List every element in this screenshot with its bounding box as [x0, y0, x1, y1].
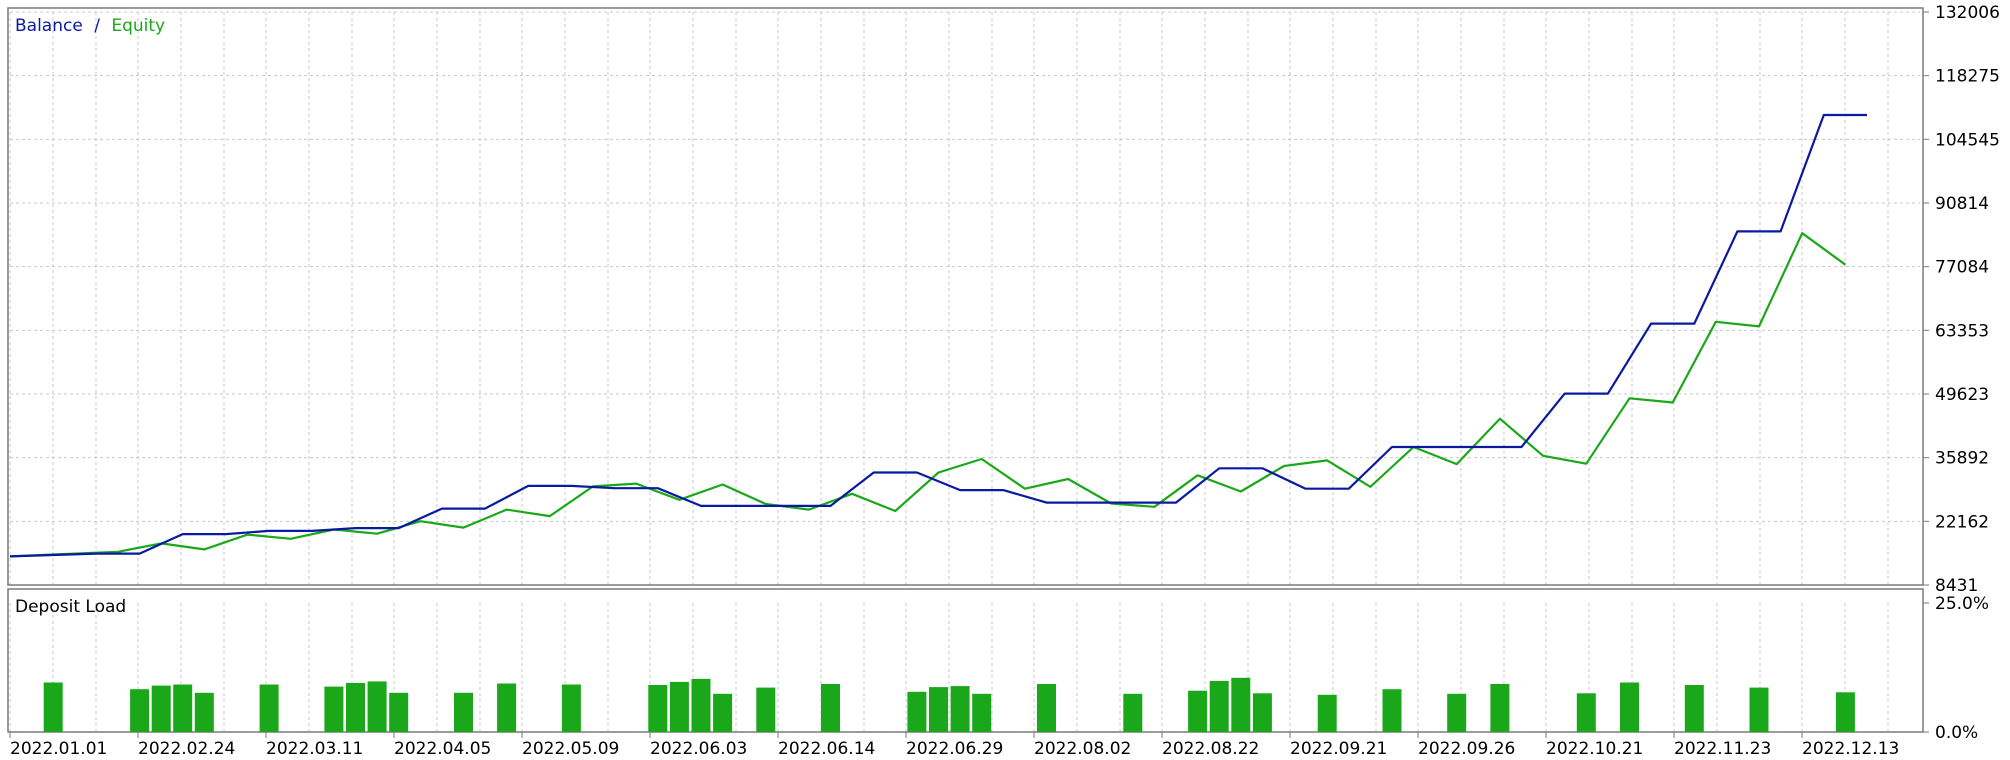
load-y-tick-label: 0.0% [1935, 723, 1978, 743]
main-y-tick-label: 8431 [1935, 576, 1978, 596]
chart-background [0, 0, 2010, 760]
deposit-load-bar [346, 683, 365, 732]
deposit-load-bar [367, 681, 387, 732]
deposit-load-bar [561, 684, 581, 732]
main-y-tick-label: 118275 [1935, 67, 2000, 87]
x-tick-label: 2022.08.22 [1162, 739, 1259, 759]
deposit-load-bar [194, 692, 214, 732]
x-tick-label: 2022.05.09 [522, 739, 619, 759]
deposit-load-bar [1209, 680, 1229, 732]
x-tick-label: 2022.06.03 [650, 739, 747, 759]
legend-separator: / [94, 16, 100, 36]
x-tick-label: 2022.12.13 [1802, 739, 1899, 759]
deposit-load-bar [1490, 684, 1510, 732]
balance-equity-chart: 132006 118275 104545 90814 77084 63353 49623 35… [0, 0, 2010, 760]
deposit-load-bar [1684, 685, 1704, 732]
deposit-load-title: Deposit Load [15, 597, 126, 617]
deposit-load-bar [907, 691, 927, 732]
deposit-load-bar [1620, 682, 1639, 732]
deposit-load-bar [756, 687, 776, 732]
main-y-tick-label: 104545 [1935, 130, 2000, 150]
x-tick-label: 2022.06.14 [778, 739, 875, 759]
deposit-load-bar [43, 682, 63, 732]
deposit-load-bar [1382, 689, 1402, 732]
deposit-load-bar [1231, 677, 1251, 732]
deposit-load-bar [1252, 693, 1272, 732]
deposit-load-bar [691, 678, 711, 732]
main-y-tick-label: 22162 [1935, 512, 1989, 532]
deposit-load-bar [389, 692, 409, 732]
x-tick-label: 2022.02.24 [138, 739, 235, 759]
legend-equity: Equity [111, 16, 165, 36]
deposit-load-bar [1447, 693, 1467, 732]
deposit-load-bar [929, 687, 948, 732]
deposit-load-bar [1749, 687, 1769, 732]
x-tick-label: 2022.09.21 [1290, 739, 1387, 759]
main-y-tick-label: 90814 [1935, 194, 1989, 214]
deposit-load-bar [713, 693, 733, 732]
main-y-tick-label: 132006 [1935, 3, 2000, 23]
x-tick-label: 2022.04.05 [394, 739, 491, 759]
deposit-load-bar [972, 693, 992, 732]
deposit-load-bar [1123, 693, 1143, 732]
x-tick-label: 2022.03.11 [266, 739, 363, 759]
x-tick-label: 2022.09.26 [1418, 739, 1515, 759]
deposit-load-bar [1037, 684, 1056, 732]
deposit-load-bar [1317, 694, 1337, 732]
deposit-load-bar [259, 684, 279, 732]
deposit-load-bar [497, 683, 517, 732]
deposit-load-bar [669, 681, 689, 732]
deposit-load-bar [173, 684, 193, 732]
x-tick-label: 2022.10.21 [1546, 739, 1643, 759]
main-y-tick-label: 35892 [1935, 449, 1989, 469]
deposit-load-bar [324, 686, 344, 732]
deposit-load-bar [648, 685, 668, 732]
legend-balance: Balance [15, 16, 83, 36]
x-tick-label: 2022.06.29 [906, 739, 1003, 759]
deposit-load-bar [821, 684, 840, 732]
x-tick-label: 2022.08.02 [1034, 739, 1131, 759]
load-y-tick-label: 25.0% [1935, 594, 1989, 614]
main-y-tick-label: 77084 [1935, 258, 1989, 278]
x-tick-label: 2022.11.23 [1674, 739, 1771, 759]
deposit-load-bar [130, 689, 150, 732]
main-y-tick-label: 49623 [1935, 385, 1989, 405]
deposit-load-bar [151, 685, 171, 732]
main-y-tick-label: 63353 [1935, 321, 1989, 341]
x-tick-label: 2022.01.01 [10, 739, 107, 759]
deposit-load-bar [950, 686, 970, 732]
deposit-load-bar [454, 692, 473, 732]
deposit-load-bar [1835, 692, 1855, 732]
deposit-load-bar [1576, 693, 1596, 732]
deposit-load-bar [1188, 690, 1208, 732]
